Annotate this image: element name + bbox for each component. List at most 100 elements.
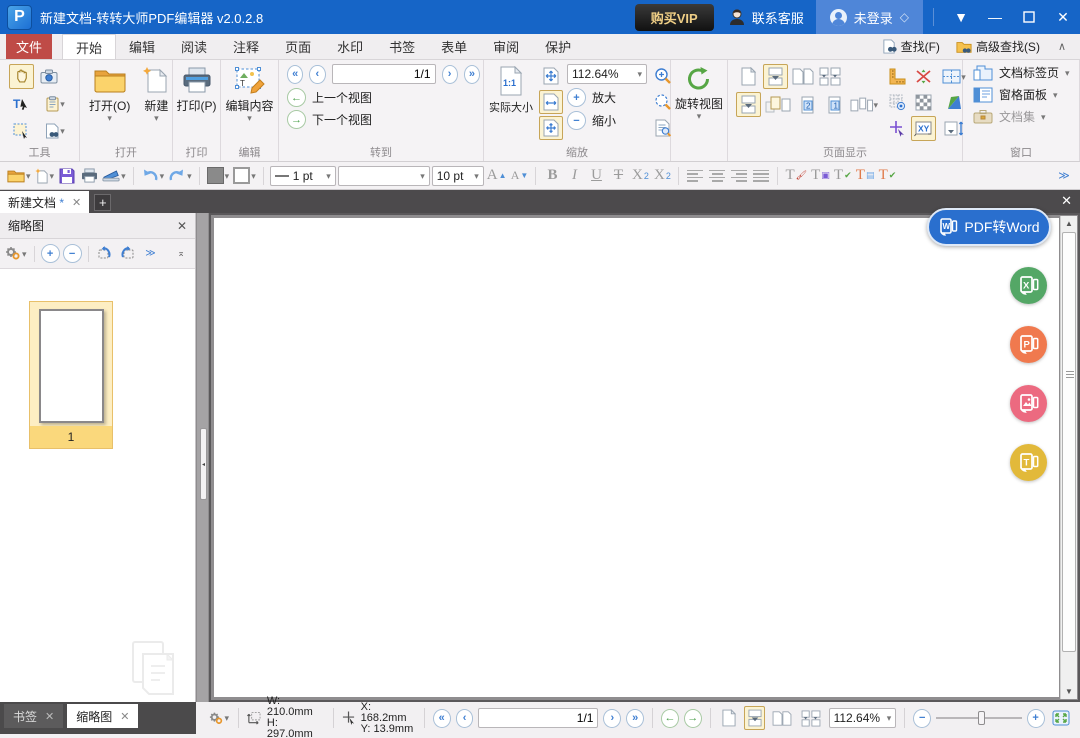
tab-bookmark[interactable]: 书签 [376,34,428,59]
status-prev-view-button[interactable]: ← [661,709,679,728]
thumbnail-zoom-out-button[interactable]: − [63,244,82,263]
status-zoom-in-button[interactable]: + [1027,709,1045,728]
underline-button[interactable]: U [586,165,606,187]
subscript-button[interactable]: X2 [630,165,650,187]
bookmarks-tab[interactable]: 书签 ✕ [4,704,63,728]
maximize-button[interactable] [1012,0,1046,34]
sidebar-splitter[interactable]: ◂ [196,213,209,702]
font-family-combo[interactable]: ▾ [338,166,430,186]
status-next-page-button[interactable]: › [603,709,621,728]
status-prev-page-button[interactable]: ‹ [456,709,474,728]
status-next-view-button[interactable]: → [684,709,702,728]
scrollbar-thumb[interactable] [1062,232,1076,652]
pdf-to-text-button[interactable]: T [1010,444,1047,481]
scroll-down-icon[interactable]: ▼ [1061,684,1077,699]
sidebar-close-icon[interactable]: ✕ [177,219,187,233]
continuous-page-button[interactable] [763,64,788,89]
bold-button[interactable]: B [542,165,562,187]
collapse-ribbon-button[interactable]: ∧ [1050,40,1074,53]
thumbnails-tab-close-icon[interactable]: ✕ [120,710,129,723]
scroll-up-icon[interactable]: ▲ [1061,216,1077,231]
continuous-scroll-button[interactable] [736,92,761,117]
tab-protect[interactable]: 保护 [532,34,584,59]
page-one-button[interactable]: 1 [822,92,847,117]
minimize-button[interactable]: — [978,0,1012,34]
snapshot-camera-button[interactable] [36,64,61,89]
fullscreen-button[interactable] [1050,707,1072,729]
search-doc-button[interactable]: ▾ [36,118,74,143]
two-page-button[interactable] [790,64,815,89]
tab-watermark[interactable]: 水印 [324,34,376,59]
bookmarks-tab-close-icon[interactable]: ✕ [45,710,54,723]
align-left-button[interactable] [685,165,705,187]
thumbnail-options-button[interactable]: ▾ [4,243,28,265]
format-painter-text-button[interactable]: T🖌 [784,165,808,187]
strikethrough-button[interactable]: T [608,165,628,187]
vertical-scrollbar[interactable]: ▲ ▼ [1060,216,1077,699]
transparency-grid-button[interactable] [911,90,936,115]
sidebar-collapse-button[interactable]: ⌅ [171,243,191,265]
line-width-combo[interactable]: 1 pt ▾ [270,166,336,186]
align-center-button[interactable] [707,165,727,187]
status-options-button[interactable]: ▾ [208,707,230,729]
splitter-collapse-handle[interactable]: ◂ [200,428,207,500]
quick-print-button[interactable] [79,165,99,187]
previous-view-button[interactable]: ← 上一个视图 [287,88,480,107]
select-text-button[interactable]: T [9,91,34,116]
tab-edit[interactable]: 编辑 [116,34,168,59]
document-tab-close-icon[interactable]: ✕ [72,196,81,209]
decrease-font-button[interactable]: A▼ [509,165,529,187]
reading-layout-button[interactable]: ▾ [849,92,879,117]
zoom-slider-handle[interactable] [978,711,985,725]
new-document-button[interactable]: 新建 ▾ [136,64,176,145]
quick-save-button[interactable] [57,165,77,187]
first-page-button[interactable]: « [287,65,303,84]
actual-size-button[interactable]: 1:1 实际大小 [487,64,535,145]
measure-cursor-button[interactable] [885,116,910,141]
next-page-button[interactable]: › [442,65,458,84]
xy-coordinates-button[interactable]: XY [911,116,936,141]
status-zoom-out-button[interactable]: − [913,709,931,728]
apply-text-style-button[interactable]: T✔ [833,165,853,187]
font-size-combo[interactable]: 10 pt ▾ [432,166,484,186]
prev-page-button[interactable]: ‹ [309,65,325,84]
buy-vip-button[interactable]: 购买VIP [635,4,714,31]
clipboard-button[interactable]: ▾ [36,91,74,116]
superscript-button[interactable]: X2 [652,165,672,187]
align-right-button[interactable] [729,165,749,187]
tab-page[interactable]: 页面 [272,34,324,59]
zoom-level-combo[interactable]: 112.64% ▾ [567,64,647,84]
confirm-text-style-button[interactable]: T✔ [877,165,897,187]
tab-home[interactable]: 开始 [62,34,116,59]
edit-content-button[interactable]: T 编辑内容 ▾ [224,64,275,124]
ruler-button[interactable] [885,64,910,89]
tab-annotate[interactable]: 注释 [220,34,272,59]
status-last-page-button[interactable]: » [626,709,644,728]
quick-scan-button[interactable]: ▾ [101,165,127,187]
new-tab-button[interactable]: + [94,194,111,211]
pdf-to-ppt-button[interactable]: P [1010,326,1047,363]
print-button[interactable]: 打印(P) [176,64,217,116]
document-collection-button[interactable]: 文档集 ▾ [973,108,1076,125]
fit-page-button[interactable] [539,64,563,88]
fit-visible-button[interactable] [539,116,563,140]
open-button[interactable]: 打开(O) ▾ [83,64,136,145]
file-menu-button[interactable]: 文件 [6,34,52,59]
split-view-button[interactable] [763,92,793,117]
grid-view-button[interactable] [885,90,910,115]
pdf-to-word-button[interactable]: W PDF转Word [927,208,1051,246]
thumbnail-zoom-in-button[interactable]: + [41,244,60,263]
zoom-out-button[interactable]: − 缩小 [567,111,647,130]
redo-button[interactable]: ▾ [167,165,193,187]
contact-support-button[interactable]: 联系客服 [728,8,804,27]
rotate-view-button[interactable]: 旋转视图 ▾ [674,64,724,122]
quick-new-button[interactable]: ▾ [34,165,56,187]
tabbar-close-icon[interactable]: ✕ [1061,193,1080,213]
increase-font-button[interactable]: A▲ [486,165,508,187]
thumbnail-page-preview[interactable] [39,309,104,423]
titlebar-menu-dropdown[interactable]: ▼ [944,0,978,34]
rotate-left-button[interactable] [95,243,115,265]
pdf-to-excel-button[interactable]: X [1010,267,1047,304]
status-multi-page-button[interactable] [799,706,823,730]
tab-read[interactable]: 阅读 [168,34,220,59]
